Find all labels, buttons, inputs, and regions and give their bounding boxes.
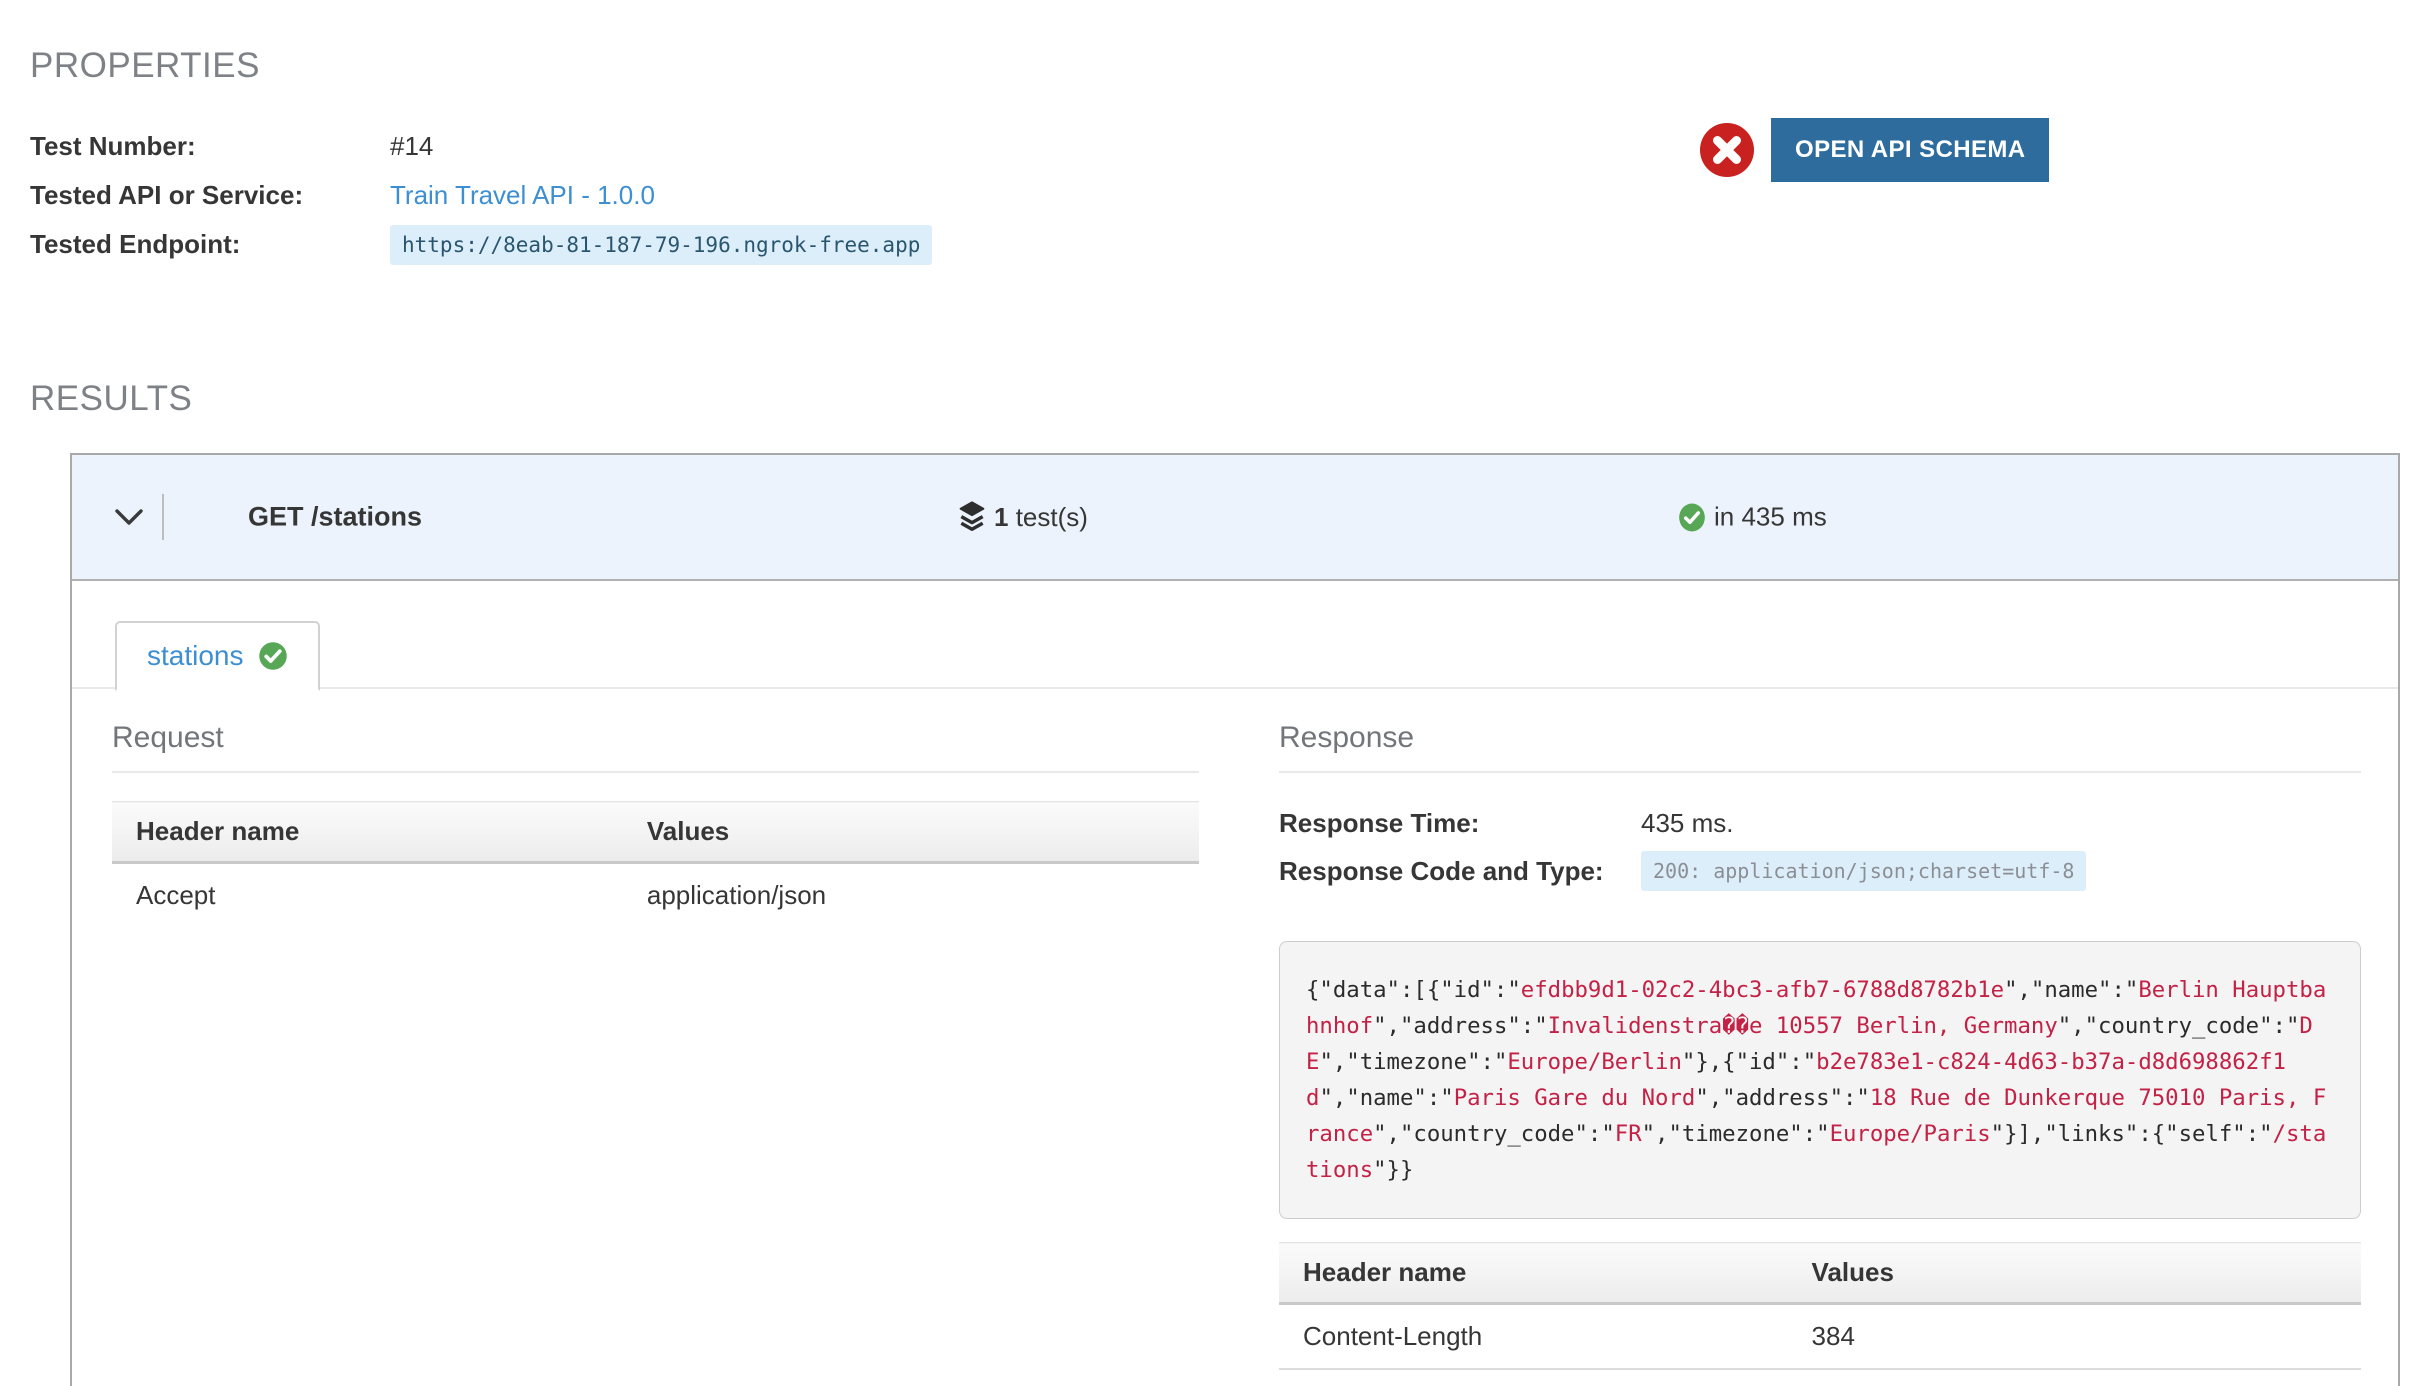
column-header-values: Values: [623, 802, 1199, 863]
tab-content: Request Header name Values Accept applic…: [72, 689, 2398, 1386]
request-headers-table: Header name Values Accept application/js…: [112, 801, 1199, 927]
test-number-value: #14: [390, 131, 433, 162]
table-row: Accept application/json: [112, 863, 1199, 928]
header-name-cell: Date: [1279, 1369, 1788, 1386]
property-row-tested-endpoint: Tested Endpoint: https://8eab-81-187-79-…: [30, 220, 2416, 269]
tests-summary: 1 test(s): [956, 500, 1088, 534]
response-body: {"data":[{"id":"efdbb9d1-02c2-4bc3-afb7-…: [1279, 941, 2361, 1219]
column-header-name: Header name: [1279, 1243, 1788, 1304]
table-header-row: Header name Values: [112, 802, 1199, 863]
header-name-cell: Accept: [112, 863, 623, 928]
header-name-cell: Content-Length: [1279, 1304, 1788, 1370]
response-headers-table: Header name Values Content-Length 384 Da…: [1279, 1242, 2361, 1386]
response-time-row: Response Time: 435 ms.: [1279, 799, 2361, 847]
tab-stations[interactable]: stations: [115, 621, 320, 691]
response-code-badge: 200: application/json;charset=utf-8: [1641, 851, 2086, 891]
header-value-cell: application/json: [623, 863, 1199, 928]
property-row-test-number: Test Number: #14: [30, 122, 2416, 171]
header-value-cell: Thu, 15 Aug 2024 19:42:52 GMT: [1788, 1369, 2361, 1386]
table-header-row: Header name Values: [1279, 1243, 2361, 1304]
duration-text: in 435 ms: [1714, 502, 1827, 533]
response-meta: Response Time: 435 ms. Response Code and…: [1279, 799, 2361, 895]
property-label: Tested Endpoint:: [30, 229, 390, 260]
property-label: Test Number:: [30, 131, 390, 162]
response-time-value: 435 ms.: [1641, 808, 1734, 839]
check-circle-icon: [258, 641, 288, 671]
response-section: Response Response Time: 435 ms. Response…: [1279, 721, 2361, 1386]
open-api-schema-button[interactable]: OPEN API SCHEMA: [1771, 118, 2049, 182]
api-service-link[interactable]: Train Travel API - 1.0.0: [390, 180, 655, 211]
response-heading: Response: [1279, 721, 2361, 773]
tests-count-text: 1 test(s): [994, 502, 1088, 533]
tab-label: stations: [147, 640, 244, 672]
request-section: Request Header name Values Accept applic…: [112, 721, 1199, 1386]
tests-count: 1: [994, 502, 1008, 532]
header-value-cell: 384: [1788, 1304, 2361, 1370]
results-heading: RESULTS: [30, 379, 2416, 419]
response-code-label: Response Code and Type:: [1279, 856, 1641, 887]
property-label: Tested API or Service:: [30, 180, 390, 211]
response-code-row: Response Code and Type: 200: application…: [1279, 847, 2361, 895]
operation-title: GET /stations: [248, 502, 422, 533]
endpoint-badge: https://8eab-81-187-79-196.ngrok-free.ap…: [390, 225, 932, 265]
properties-heading: PROPERTIES: [30, 46, 2416, 86]
results-panel: GET /stations 1 test(s): [70, 453, 2400, 1386]
property-row-tested-api: Tested API or Service: Train Travel API …: [30, 171, 2416, 220]
table-row: Content-Length 384: [1279, 1304, 2361, 1370]
tab-row: stations: [72, 621, 2398, 689]
operation-header[interactable]: GET /stations 1 test(s): [72, 455, 2398, 581]
tests-suffix: test(s): [1008, 502, 1087, 532]
duration-summary: in 435 ms: [1678, 502, 1827, 533]
column-header-name: Header name: [112, 802, 623, 863]
close-circle-icon: [1699, 122, 1755, 178]
response-time-label: Response Time:: [1279, 808, 1641, 839]
tests-bundle-icon: [956, 500, 988, 534]
delete-test-button[interactable]: [1699, 122, 1755, 178]
column-header-values: Values: [1788, 1243, 2361, 1304]
request-heading: Request: [112, 721, 1199, 773]
properties-list: Test Number: #14 Tested API or Service: …: [30, 122, 2416, 269]
bar-divider: [162, 494, 164, 540]
top-actions: OPEN API SCHEMA: [1699, 118, 2049, 182]
success-check-icon: [1678, 502, 1706, 532]
table-row: Date Thu, 15 Aug 2024 19:42:52 GMT: [1279, 1369, 2361, 1386]
chevron-down-icon[interactable]: [114, 508, 144, 526]
test-report-page: PROPERTIES Test Number: #14 Tested API o…: [0, 0, 2416, 1386]
